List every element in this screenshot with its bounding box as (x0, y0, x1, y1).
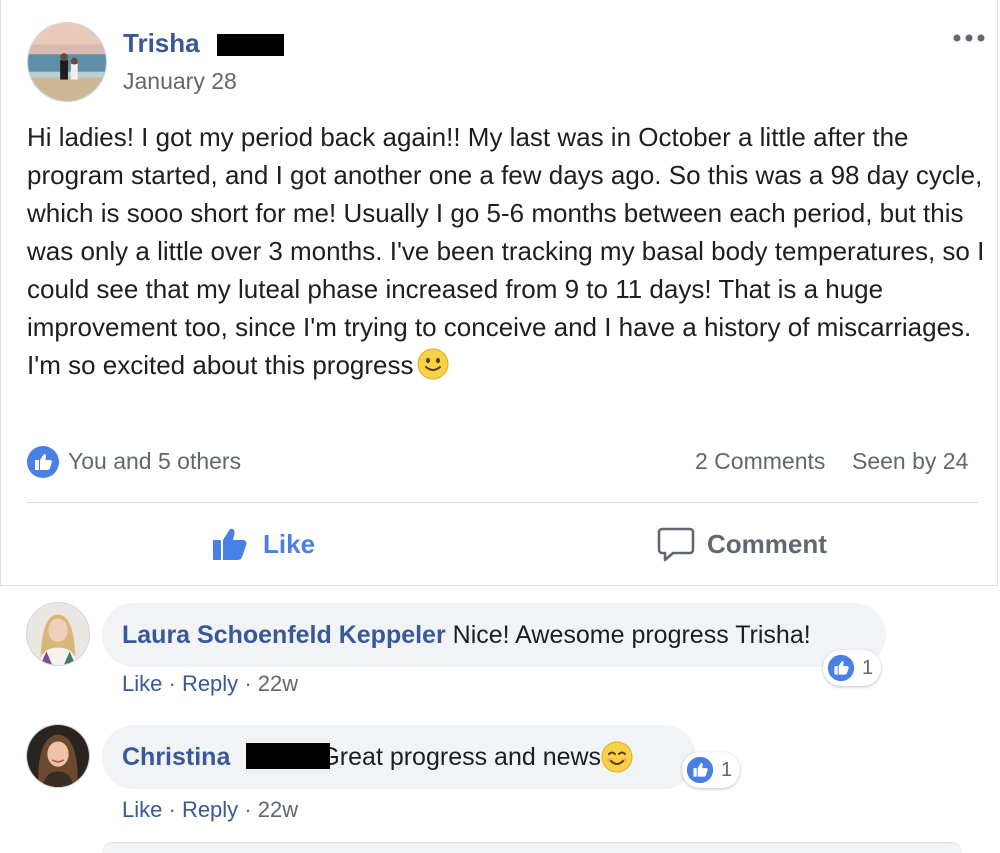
separator: · (244, 797, 252, 822)
comment-reaction-count[interactable]: 1 (823, 650, 882, 686)
post-author-name[interactable]: Trisha (123, 28, 200, 59)
more-options-icon[interactable] (951, 25, 987, 51)
like-button[interactable]: Like (211, 518, 315, 570)
comment-like-link[interactable]: Like (122, 797, 162, 822)
seen-by-count[interactable]: Seen by 24 (852, 448, 968, 475)
comment-author[interactable]: Christina (122, 743, 230, 772)
post-card: Trisha January 28 Hi ladies! I got my pe… (0, 0, 998, 586)
slightly-smiling-face-icon (417, 348, 449, 380)
author-avatar[interactable] (27, 22, 107, 102)
thumbs-up-icon (213, 528, 247, 560)
redaction-bar (217, 34, 284, 56)
comment-actions: Like · Reply · 22w (122, 671, 298, 697)
commenter-avatar[interactable] (26, 602, 90, 666)
comment-button[interactable]: Comment (657, 518, 827, 570)
comment-text: Nice! Awesome progress Trisha! (452, 620, 811, 649)
comment-text: Great progress and news (320, 742, 602, 771)
comment-like-link[interactable]: Like (122, 671, 162, 696)
reaction-count: 1 (721, 758, 733, 781)
comment-actions: Like · Reply · 22w (122, 797, 298, 823)
like-button-label[interactable]: Like (263, 529, 315, 560)
comment-reply-link[interactable]: Reply (182, 797, 238, 822)
post-date[interactable]: January 28 (123, 68, 237, 95)
smiling-face-icon (601, 741, 633, 773)
post-author-text[interactable]: Trisha (123, 28, 200, 58)
divider (27, 502, 979, 503)
comment-author[interactable]: Laura Schoenfeld Keppeler (122, 621, 446, 650)
like-reaction-icon (685, 755, 715, 785)
comment-button-label[interactable]: Comment (707, 529, 827, 560)
separator: · (168, 671, 176, 696)
like-reaction-icon (826, 653, 856, 683)
post-body: Hi ladies! I got my period back again!! … (27, 118, 987, 384)
redaction-bar (246, 743, 330, 769)
reactions-summary[interactable]: You and 5 others (68, 448, 241, 475)
comment-timestamp[interactable]: 22w (258, 671, 298, 696)
reaction-count: 1 (862, 656, 874, 679)
post-body-text: Hi ladies! I got my period back again!! … (27, 122, 985, 380)
beach-photo-icon (28, 23, 106, 101)
person-photo-icon (27, 603, 89, 665)
comments-count[interactable]: 2 Comments (695, 448, 825, 475)
comment-timestamp[interactable]: 22w (258, 797, 298, 822)
speech-bubble-icon (657, 527, 695, 562)
commenter-avatar[interactable] (26, 724, 90, 788)
comment-bubble: Christina Great progress and news (102, 725, 696, 789)
like-reaction-icon[interactable] (27, 446, 59, 478)
person-photo-icon (27, 725, 89, 787)
comment-bubble: Laura Schoenfeld Keppeler Nice! Awesome … (102, 603, 886, 667)
comment-reaction-count[interactable]: 1 (682, 752, 741, 788)
comment-reply-link[interactable]: Reply (182, 671, 238, 696)
separator: · (168, 797, 176, 822)
separator: · (244, 671, 252, 696)
